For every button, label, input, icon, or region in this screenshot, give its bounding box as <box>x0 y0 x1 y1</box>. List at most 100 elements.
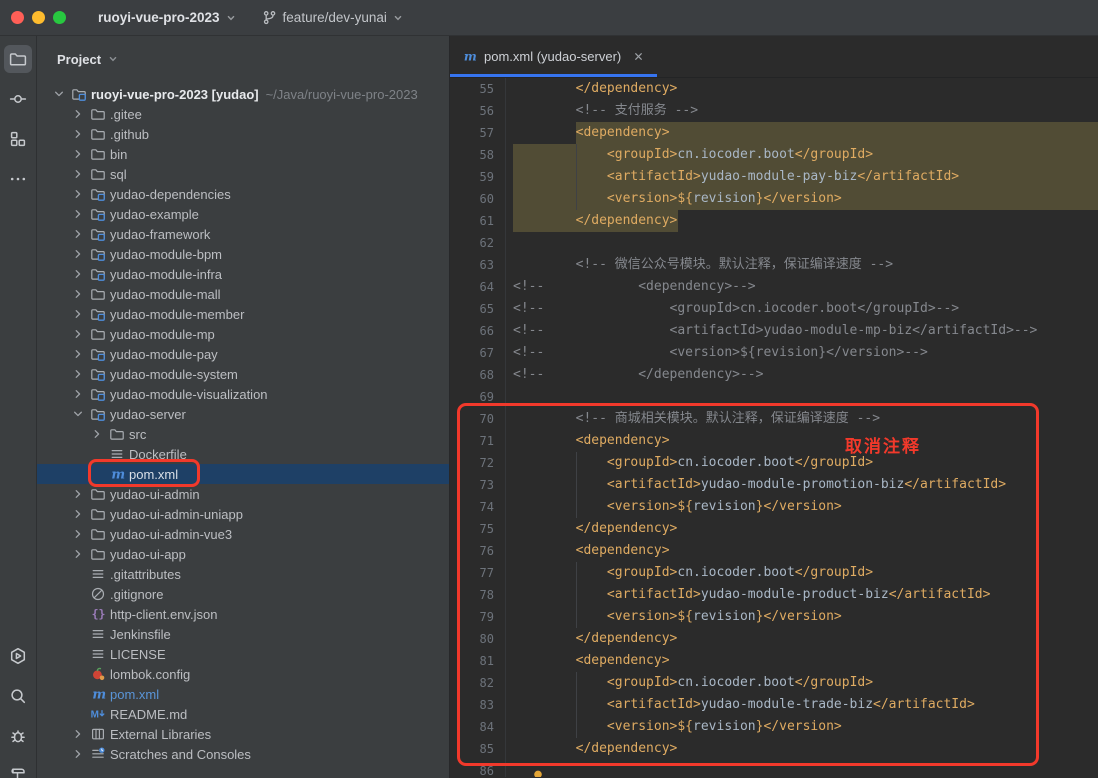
tree-item-dockerfile[interactable]: Dockerfile <box>37 444 449 464</box>
tree-item-yudao-module-infra[interactable]: yudao-module-infra <box>37 264 449 284</box>
chevron-right-icon[interactable] <box>68 506 88 522</box>
minimize-window-button[interactable] <box>32 11 45 24</box>
tree-item-yudao-module-system[interactable]: yudao-module-system <box>37 364 449 384</box>
tree-item-pom-xml[interactable]: mpom.xml <box>37 464 449 484</box>
tree-item-yudao-example[interactable]: yudao-example <box>37 204 449 224</box>
chevron-right-icon[interactable] <box>68 246 88 262</box>
tree-item-yudao-module-pay[interactable]: yudao-module-pay <box>37 344 449 364</box>
chevron-right-icon[interactable] <box>68 326 88 342</box>
chevron-right-icon[interactable] <box>68 226 88 242</box>
intention-bulb-icon[interactable] <box>530 768 546 777</box>
tree-item--gitee[interactable]: .gitee <box>37 104 449 124</box>
tree-item-yudao-module-visualization[interactable]: yudao-module-visualization <box>37 384 449 404</box>
code-line-81[interactable]: 81 <dependency> <box>450 650 1098 672</box>
tree-item-yudao-ui-app[interactable]: yudao-ui-app <box>37 544 449 564</box>
code-line-74[interactable]: 74 <version>${revision}</version> <box>450 496 1098 518</box>
code-line-69[interactable]: 69 <box>450 386 1098 408</box>
tree-item-jenkinsfile[interactable]: Jenkinsfile <box>37 624 449 644</box>
tree-item-pom-xml[interactable]: mpom.xml <box>37 684 449 704</box>
chevron-right-icon[interactable] <box>68 266 88 282</box>
project-widget[interactable]: ruoyi-vue-pro-2023 <box>98 10 236 25</box>
more-tool-button[interactable] <box>4 165 32 193</box>
project-tool-button[interactable] <box>4 45 32 73</box>
code-line-85[interactable]: 85 </dependency> <box>450 738 1098 760</box>
code-line-75[interactable]: 75 </dependency> <box>450 518 1098 540</box>
chevron-right-icon[interactable] <box>68 186 88 202</box>
code-line-59[interactable]: 59 <artifactId>yudao-module-pay-biz</art… <box>450 166 1098 188</box>
chevron-right-icon[interactable] <box>68 106 88 122</box>
code-line-70[interactable]: 70 <!-- 商城相关模块。默认注释，保证编译速度 --> <box>450 408 1098 430</box>
tree-item-src[interactable]: src <box>37 424 449 444</box>
code-line-86[interactable]: 86 <box>450 760 1098 777</box>
code-line-80[interactable]: 80 </dependency> <box>450 628 1098 650</box>
chevron-right-icon[interactable] <box>68 526 88 542</box>
code-line-64[interactable]: 64<!-- <dependency>--> <box>450 276 1098 298</box>
code-line-68[interactable]: 68<!-- </dependency>--> <box>450 364 1098 386</box>
chevron-right-icon[interactable] <box>68 306 88 322</box>
code-line-82[interactable]: 82 <groupId>cn.iocoder.boot</groupId> <box>450 672 1098 694</box>
tree-item-yudao-ui-admin[interactable]: yudao-ui-admin <box>37 484 449 504</box>
chevron-right-icon[interactable] <box>68 126 88 142</box>
search-tool-button[interactable] <box>4 682 32 710</box>
tree-item-scratches-and-consoles[interactable]: Scratches and Consoles <box>37 744 449 764</box>
chevron-right-icon[interactable] <box>68 366 88 382</box>
tree-item--gitignore[interactable]: .gitignore <box>37 584 449 604</box>
code-line-78[interactable]: 78 <artifactId>yudao-module-product-biz<… <box>450 584 1098 606</box>
debug-tool-button[interactable] <box>4 722 32 750</box>
code-line-65[interactable]: 65<!-- <groupId>cn.iocoder.boot</groupId… <box>450 298 1098 320</box>
tab-pom-xml[interactable]: m pom.xml (yudao-server) <box>450 36 657 77</box>
vcs-branch-widget[interactable]: feature/dev-yunai <box>262 10 403 25</box>
chevron-right-icon[interactable] <box>68 206 88 222</box>
code-line-60[interactable]: 60 <version>${revision}</version> <box>450 188 1098 210</box>
code-line-57[interactable]: 57 <dependency> <box>450 122 1098 144</box>
tree-item-external-libraries[interactable]: External Libraries <box>37 724 449 744</box>
tree-item-license[interactable]: LICENSE <box>37 644 449 664</box>
code-line-62[interactable]: 62 <box>450 232 1098 254</box>
tree-item--gitattributes[interactable]: .gitattributes <box>37 564 449 584</box>
code-line-77[interactable]: 77 <groupId>cn.iocoder.boot</groupId> <box>450 562 1098 584</box>
zoom-window-button[interactable] <box>53 11 66 24</box>
close-window-button[interactable] <box>11 11 24 24</box>
chevron-right-icon[interactable] <box>68 486 88 502</box>
code-line-58[interactable]: 58 <groupId>cn.iocoder.boot</groupId> <box>450 144 1098 166</box>
code-line-76[interactable]: 76 <dependency> <box>450 540 1098 562</box>
tree-item-yudao-module-mall[interactable]: yudao-module-mall <box>37 284 449 304</box>
structure-tool-button[interactable] <box>4 125 32 153</box>
tree-item-lombok-config[interactable]: lombok.config <box>37 664 449 684</box>
tree-item-yudao-ui-admin-uniapp[interactable]: yudao-ui-admin-uniapp <box>37 504 449 524</box>
chevron-right-icon[interactable] <box>87 426 107 442</box>
chevron-down-icon[interactable] <box>68 406 88 422</box>
code-line-55[interactable]: 55 </dependency> <box>450 78 1098 100</box>
code-editor[interactable]: 55 </dependency>56 <!-- 支付服务 -->57 <depe… <box>450 78 1098 777</box>
tree-item-yudao-ui-admin-vue3[interactable]: yudao-ui-admin-vue3 <box>37 524 449 544</box>
code-line-83[interactable]: 83 <artifactId>yudao-module-trade-biz</a… <box>450 694 1098 716</box>
chevron-right-icon[interactable] <box>68 146 88 162</box>
run-tool-button[interactable] <box>4 642 32 670</box>
chevron-right-icon[interactable] <box>68 166 88 182</box>
chevron-right-icon[interactable] <box>68 726 88 742</box>
chevron-down-icon[interactable] <box>49 86 69 102</box>
code-line-84[interactable]: 84 <version>${revision}</version> <box>450 716 1098 738</box>
close-tab-icon[interactable] <box>632 50 645 63</box>
code-line-56[interactable]: 56 <!-- 支付服务 --> <box>450 100 1098 122</box>
tree-item-sql[interactable]: sql <box>37 164 449 184</box>
chevron-right-icon[interactable] <box>68 546 88 562</box>
project-panel-header[interactable]: Project <box>37 36 449 82</box>
code-line-67[interactable]: 67<!-- <version>${revision}</version>--> <box>450 342 1098 364</box>
code-line-63[interactable]: 63 <!-- 微信公众号模块。默认注释，保证编译速度 --> <box>450 254 1098 276</box>
chevron-right-icon[interactable] <box>68 346 88 362</box>
tree-item-bin[interactable]: bin <box>37 144 449 164</box>
tree-item-ruoyi-vue-pro-2023-yudao-[interactable]: ruoyi-vue-pro-2023 [yudao]~/Java/ruoyi-v… <box>37 84 449 104</box>
tree-item-yudao-dependencies[interactable]: yudao-dependencies <box>37 184 449 204</box>
build-tool-button[interactable] <box>4 762 32 778</box>
chevron-right-icon[interactable] <box>68 386 88 402</box>
chevron-right-icon[interactable] <box>68 746 88 762</box>
code-line-79[interactable]: 79 <version>${revision}</version> <box>450 606 1098 628</box>
code-line-73[interactable]: 73 <artifactId>yudao-module-promotion-bi… <box>450 474 1098 496</box>
tree-item-yudao-module-bpm[interactable]: yudao-module-bpm <box>37 244 449 264</box>
code-line-66[interactable]: 66<!-- <artifactId>yudao-module-mp-biz</… <box>450 320 1098 342</box>
tree-item-yudao-server[interactable]: yudao-server <box>37 404 449 424</box>
code-line-61[interactable]: 61 </dependency> <box>450 210 1098 232</box>
code-line-71[interactable]: 71 <dependency> <box>450 430 1098 452</box>
tree-item--github[interactable]: .github <box>37 124 449 144</box>
